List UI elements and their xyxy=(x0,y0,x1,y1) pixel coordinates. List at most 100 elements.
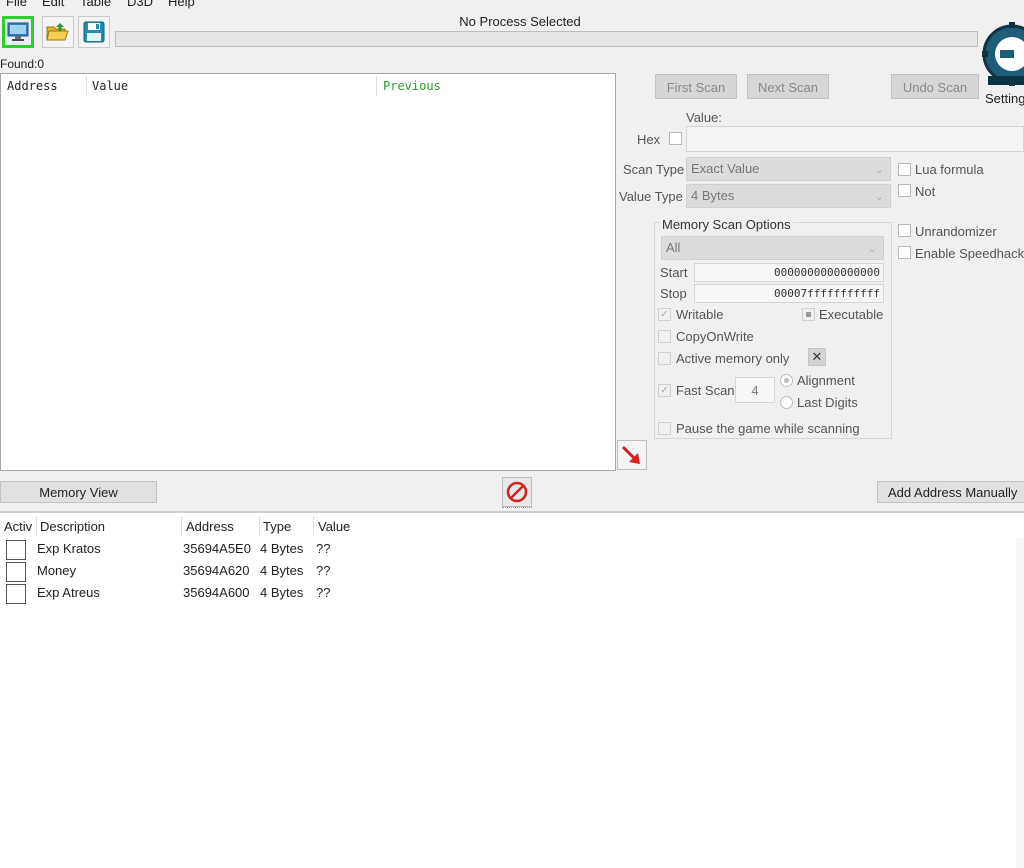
row-address: 35694A5E0 xyxy=(183,541,251,556)
row-value: ?? xyxy=(316,585,331,600)
chevron-down-icon: ⌄ xyxy=(867,243,877,255)
row-type: 4 Bytes xyxy=(260,585,304,600)
writable-label: Writable xyxy=(676,307,724,322)
menu-d3d[interactable]: D3D xyxy=(127,0,153,9)
value-type-label: Value Type xyxy=(619,189,683,204)
address-table[interactable]: Activ Description Address Type Value Exp… xyxy=(0,513,1024,868)
row-type: 4 Bytes xyxy=(260,541,304,556)
first-scan-button[interactable]: First Scan xyxy=(655,74,737,99)
addr-col-value[interactable]: Value xyxy=(318,519,350,534)
found-count: Found:0 xyxy=(0,57,45,71)
active-checkbox[interactable] xyxy=(6,584,26,604)
speedhack-checkbox[interactable] xyxy=(898,246,911,259)
row-description: Exp Kratos xyxy=(37,541,101,556)
addr-col-type[interactable]: Type xyxy=(263,519,291,534)
active-checkbox[interactable] xyxy=(6,562,26,582)
column-divider xyxy=(313,516,314,536)
menu-file[interactable]: File xyxy=(6,0,27,9)
start-label: Start xyxy=(660,265,688,280)
close-x-icon[interactable]: ✕ xyxy=(808,348,826,366)
row-address: 35694A620 xyxy=(183,563,250,578)
value-type-value: 4 Bytes xyxy=(691,188,735,203)
memory-region-value: All xyxy=(666,240,681,255)
stop-label: Stop xyxy=(660,286,687,301)
table-row[interactable]: Exp Atreus 35694A600 4 Bytes ?? xyxy=(0,581,1016,604)
chevron-down-icon: ⌄ xyxy=(874,191,884,203)
memory-view-button[interactable]: Memory View xyxy=(0,481,157,503)
scan-results-list[interactable]: Address Value Previous xyxy=(0,73,616,471)
scan-type-label: Scan Type xyxy=(623,162,685,177)
scan-type-select[interactable]: Exact Value ⌄ xyxy=(686,157,891,181)
menu-help[interactable]: Help xyxy=(168,0,195,9)
add-selected-button[interactable] xyxy=(617,440,647,470)
writable-checkbox[interactable]: ✓ xyxy=(658,308,671,321)
menu-edit[interactable]: Edit xyxy=(42,0,64,9)
cheat-engine-logo[interactable] xyxy=(980,10,1024,94)
fast-scan-checkbox[interactable]: ✓ xyxy=(658,384,671,397)
memory-region-select[interactable]: All ⌄ xyxy=(661,236,884,260)
add-address-manually-button[interactable]: Add Address Manually xyxy=(877,481,1024,503)
stop-button[interactable] xyxy=(502,477,532,507)
results-col-previous[interactable]: Previous xyxy=(383,79,441,93)
vertical-scrollbar[interactable] xyxy=(1016,538,1024,868)
hex-label: Hex xyxy=(637,132,661,147)
not-label: Not xyxy=(915,184,936,199)
column-divider xyxy=(259,516,260,536)
lua-formula-label: Lua formula xyxy=(915,162,984,177)
addr-col-active[interactable]: Activ xyxy=(4,519,32,534)
menu-bar: File Edit Table D3D Help xyxy=(0,0,1024,9)
copy-on-write-label: CopyOnWrite xyxy=(676,329,754,344)
table-row[interactable]: Money 35694A620 4 Bytes ?? xyxy=(0,559,1016,582)
row-description: Money xyxy=(37,563,77,578)
fast-scan-value-input[interactable]: 4 xyxy=(735,377,775,403)
speedhack-label: Enable Speedhack xyxy=(915,246,1024,261)
stop-icon xyxy=(506,481,528,503)
row-type: 4 Bytes xyxy=(260,563,304,578)
alignment-radio[interactable] xyxy=(780,374,793,387)
process-title: No Process Selected xyxy=(459,14,581,29)
active-memory-checkbox[interactable] xyxy=(658,352,671,365)
scan-progress-bar xyxy=(115,31,978,47)
stop-address-input[interactable]: 00007fffffffffff xyxy=(694,284,884,303)
memory-scan-options-title: Memory Scan Options xyxy=(660,217,793,232)
executable-checkbox[interactable] xyxy=(802,308,815,321)
menu-table[interactable]: Table xyxy=(80,0,111,9)
column-divider xyxy=(86,76,87,96)
active-memory-label: Active memory only xyxy=(676,351,790,366)
unrandomizer-label: Unrandomizer xyxy=(915,224,997,239)
table-row[interactable]: Exp Kratos 35694A5E0 4 Bytes ?? xyxy=(0,537,1016,560)
last-digits-radio[interactable] xyxy=(780,396,793,409)
value-label: Value: xyxy=(686,110,722,125)
executable-label: Executable xyxy=(819,307,884,322)
hex-checkbox[interactable] xyxy=(669,132,682,145)
alignment-label: Alignment xyxy=(797,373,855,388)
column-divider xyxy=(181,516,182,536)
copy-on-write-checkbox[interactable] xyxy=(658,330,671,343)
row-address: 35694A600 xyxy=(183,585,250,600)
fast-scan-label: Fast Scan xyxy=(676,383,735,398)
start-address-input[interactable]: 0000000000000000 xyxy=(694,263,884,282)
row-value: ?? xyxy=(316,541,331,556)
active-checkbox[interactable] xyxy=(6,540,26,560)
addr-col-address[interactable]: Address xyxy=(186,519,234,534)
row-description: Exp Atreus xyxy=(37,585,100,600)
results-col-address[interactable]: Address xyxy=(7,79,58,93)
pause-game-label: Pause the game while scanning xyxy=(676,421,860,436)
column-divider xyxy=(36,516,37,536)
lua-formula-checkbox[interactable] xyxy=(898,163,911,176)
chevron-down-icon: ⌄ xyxy=(874,164,884,176)
scan-value-input[interactable] xyxy=(686,126,1024,152)
unrandomizer-checkbox[interactable] xyxy=(898,224,911,237)
results-col-value[interactable]: Value xyxy=(92,79,128,93)
last-digits-label: Last Digits xyxy=(797,395,858,410)
pause-game-checkbox[interactable] xyxy=(658,422,671,435)
red-arrow-icon xyxy=(621,445,640,464)
next-scan-button[interactable]: Next Scan xyxy=(747,74,829,99)
scan-type-value: Exact Value xyxy=(691,161,760,176)
not-checkbox[interactable] xyxy=(898,184,911,197)
column-divider xyxy=(376,76,377,96)
undo-scan-button[interactable]: Undo Scan xyxy=(891,74,979,99)
addr-col-description[interactable]: Description xyxy=(40,519,105,534)
settings-label[interactable]: Settings xyxy=(985,91,1024,106)
value-type-select[interactable]: 4 Bytes ⌄ xyxy=(686,184,891,208)
